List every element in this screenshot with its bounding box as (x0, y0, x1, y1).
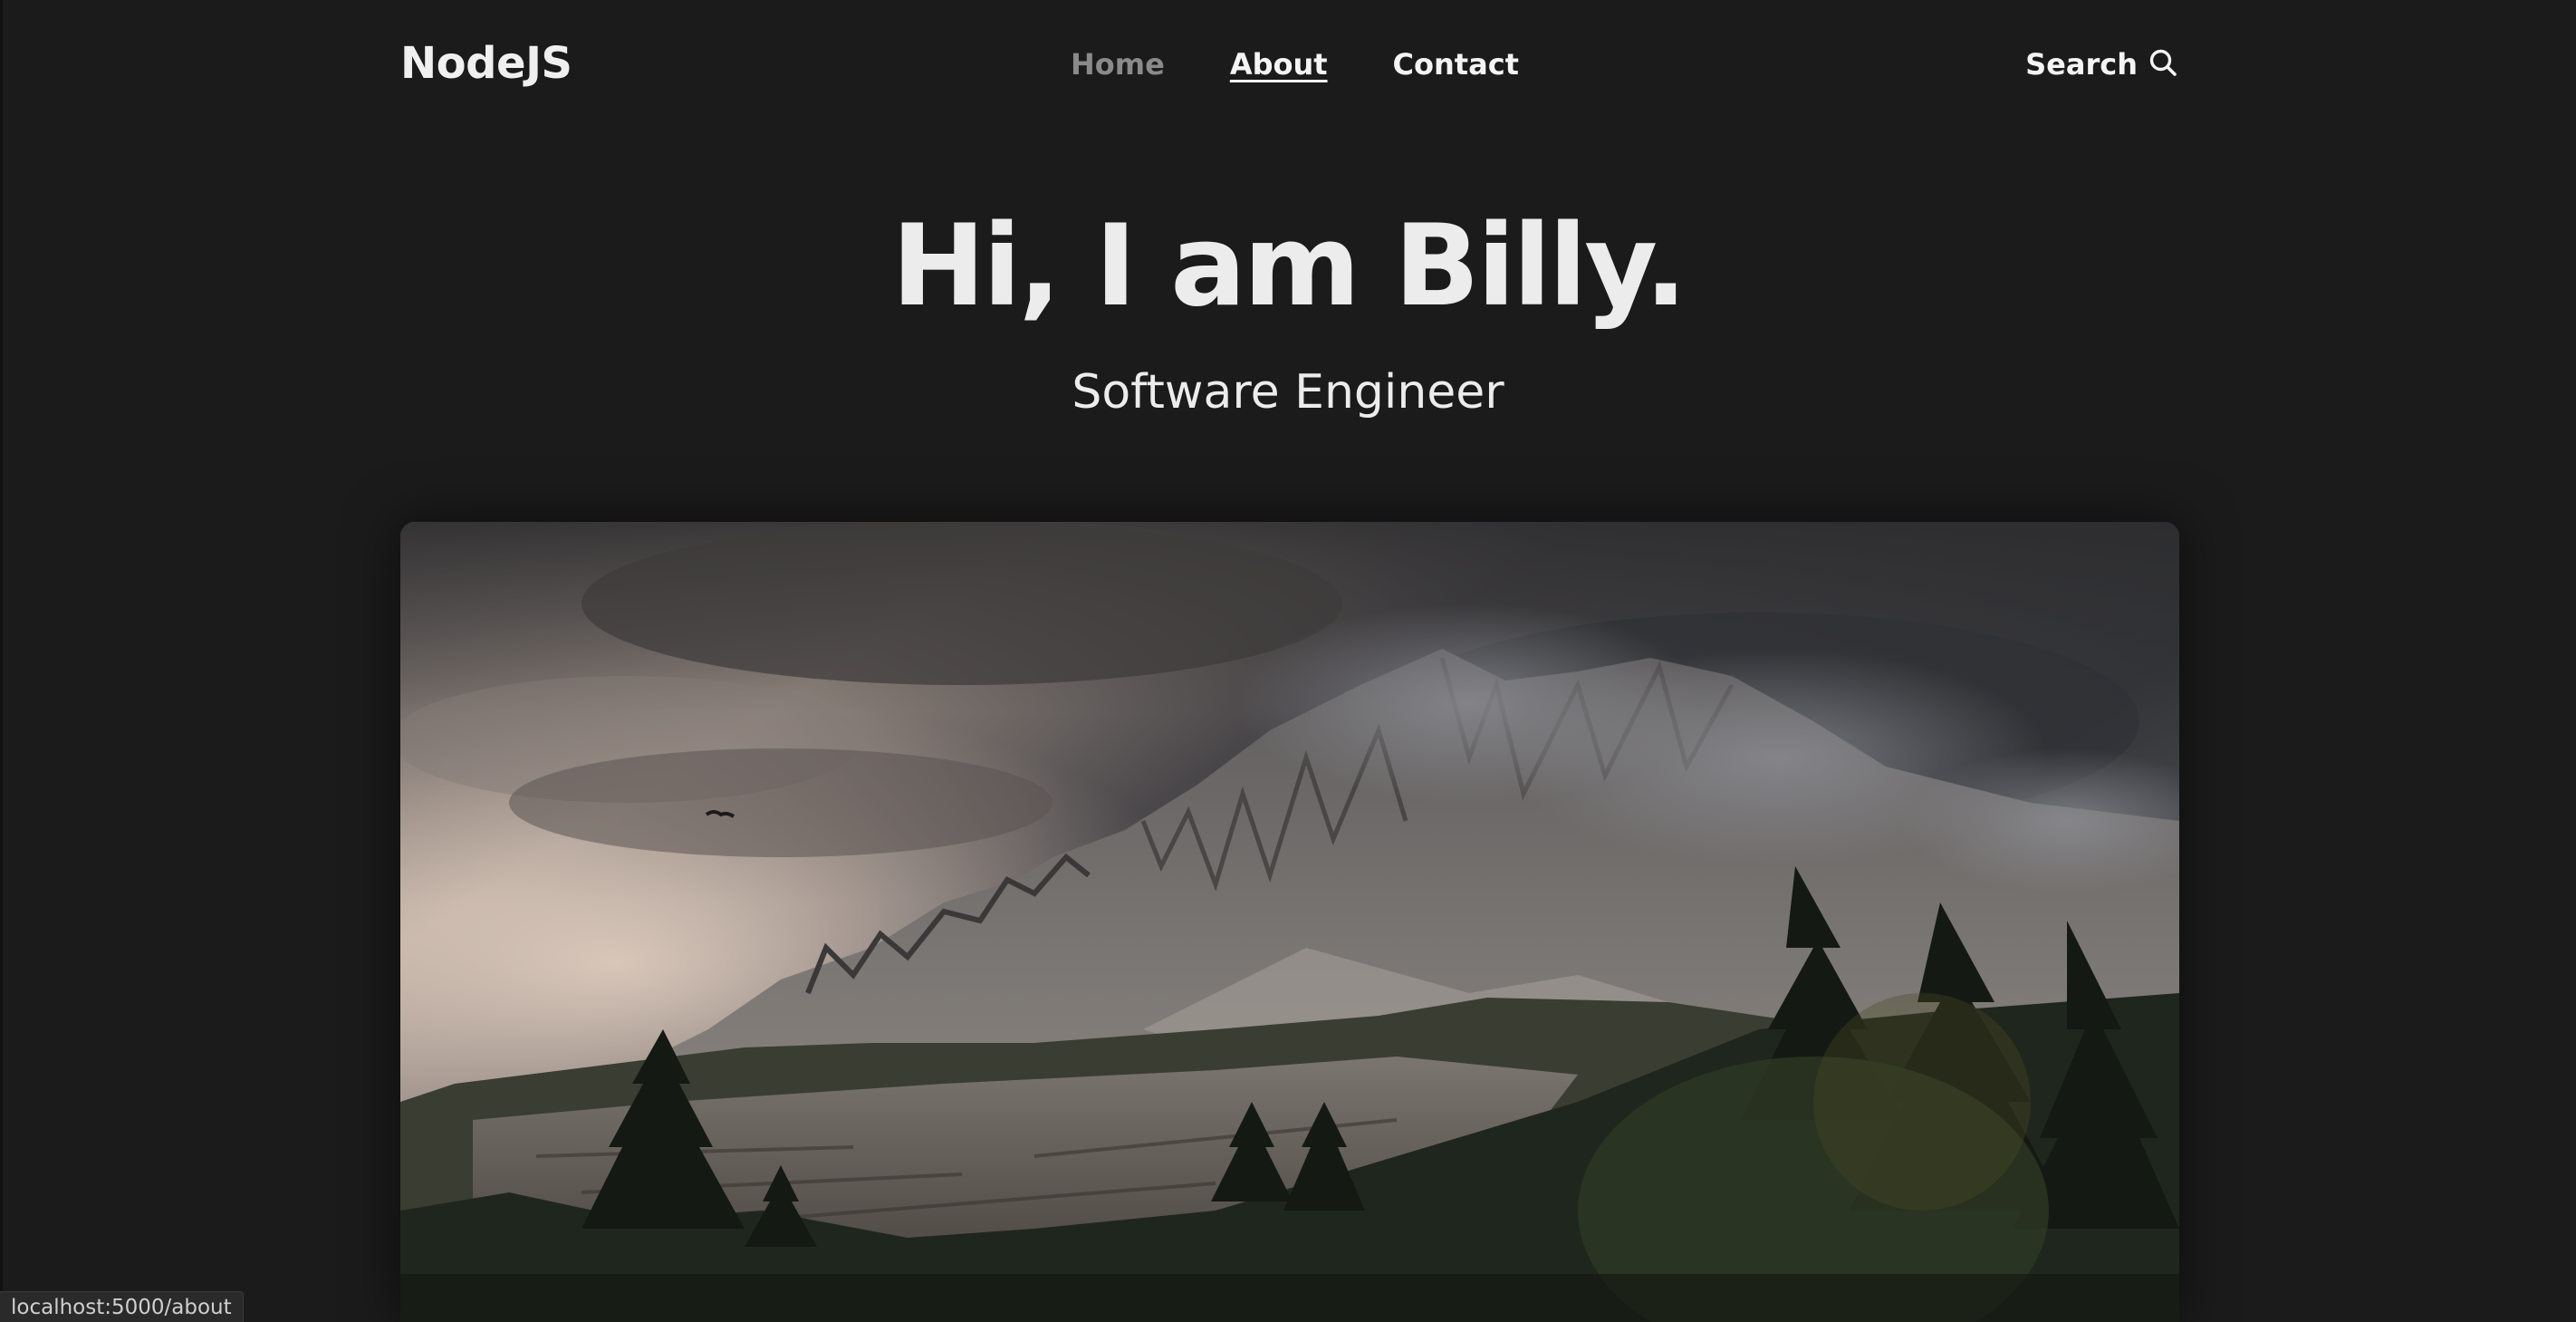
nav-link-contact[interactable]: Contact (1393, 47, 1519, 82)
search-button[interactable]: Search (2025, 47, 2177, 82)
hero-image (400, 522, 2179, 1322)
hero-title: Hi, I am Billy. (891, 201, 1687, 332)
search-label: Search (2025, 47, 2138, 82)
main-nav: Home About Contact (1071, 47, 1519, 82)
mountain-landscape-photo (400, 522, 2179, 1322)
page: NodeJS Home About Contact Search Hi, I a… (0, 0, 2576, 1322)
window-edge (0, 0, 3, 1322)
nav-link-home[interactable]: Home (1071, 47, 1165, 82)
status-bar-url: localhost:5000/about (0, 1291, 244, 1322)
search-icon (2148, 48, 2177, 81)
hero-subtitle: Software Engineer (1072, 365, 1504, 420)
site-logo[interactable]: NodeJS (400, 38, 572, 89)
site-header: NodeJS Home About Contact Search (400, 0, 2177, 134)
nav-link-about[interactable]: About (1230, 47, 1328, 82)
